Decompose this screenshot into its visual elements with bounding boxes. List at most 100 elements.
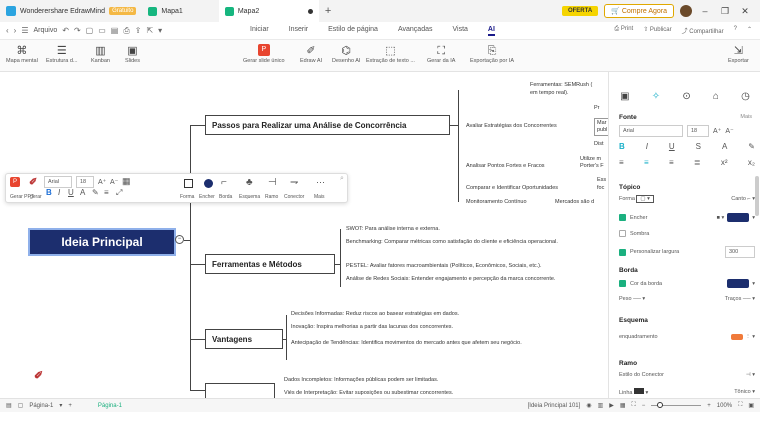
width-input[interactable]: 300 bbox=[725, 246, 755, 258]
promo-banner[interactable]: OFERTA bbox=[561, 6, 599, 16]
subtopic[interactable]: Dados Incompletos: Informações públicas … bbox=[284, 377, 524, 384]
undo-icon[interactable]: ↶ bbox=[62, 26, 69, 35]
topic-desafios[interactable] bbox=[205, 383, 275, 398]
framing-dropdown-icon[interactable]: ⋮ ▾ bbox=[745, 334, 755, 340]
mindmap-view-button[interactable]: ⌘ Mapa mental bbox=[6, 44, 38, 64]
fill-color-swatch[interactable] bbox=[727, 213, 750, 222]
border-color-dropdown-icon[interactable]: ▾ bbox=[752, 281, 755, 287]
subtopic[interactable]: SWOT: Para análise interna e externa. bbox=[346, 226, 586, 233]
subtopic[interactable]: Inovação: Inspira melhorias a partir das… bbox=[291, 324, 551, 331]
underline-icon[interactable]: U bbox=[669, 142, 675, 151]
font-color-icon[interactable]: A bbox=[80, 188, 85, 197]
focus-icon[interactable]: ◉ bbox=[586, 402, 591, 409]
subtopic[interactable]: Antecipação de Tendências: Identifica mo… bbox=[291, 340, 551, 347]
subtopic[interactable]: Viés de Interpretação: Evitar suposições… bbox=[284, 390, 524, 397]
subtopic[interactable]: PESTEL: Avaliar fatores macroambientais … bbox=[346, 263, 596, 270]
maximize-icon[interactable]: ❐ bbox=[718, 6, 732, 17]
print-icon[interactable]: ⎙ bbox=[123, 26, 129, 36]
shape-icon[interactable] bbox=[184, 179, 193, 188]
align-left-icon[interactable]: ≡ bbox=[619, 158, 624, 167]
size-select[interactable]: 18 bbox=[76, 176, 94, 188]
edraw-ai-button[interactable]: ✐ Edraw AI bbox=[300, 44, 322, 64]
format-icon[interactable]: ▦ bbox=[122, 176, 131, 187]
forward-icon[interactable]: › bbox=[14, 26, 17, 35]
pin-icon[interactable]: ⌕ bbox=[340, 175, 344, 183]
share-menu[interactable]: ⤴ Compartilhar bbox=[682, 26, 724, 35]
topic-vantagens[interactable]: Vantagens bbox=[205, 329, 283, 349]
subtopic[interactable]: Benchmarking: Comparar métricas como sat… bbox=[346, 239, 586, 246]
align-center-icon[interactable]: ≡ bbox=[644, 158, 649, 167]
file-menu[interactable]: Arquivo bbox=[34, 27, 58, 34]
page-select[interactable]: Página-1 bbox=[29, 403, 53, 409]
mais-link[interactable]: Mais bbox=[740, 114, 752, 120]
subtopic[interactable]: Avaliar Estratégias dos Concorrentes bbox=[466, 123, 557, 130]
panel-tab-page-icon[interactable]: ▣ bbox=[620, 91, 629, 102]
add-page-icon[interactable]: + bbox=[68, 403, 72, 409]
align-right-icon[interactable]: ≡ bbox=[669, 158, 674, 167]
ai-drawing-button[interactable]: ⌬ Desenho AI bbox=[332, 44, 360, 64]
subtopic[interactable]: Decisões Informadas: Reduz riscos ao bas… bbox=[291, 311, 551, 318]
corner-select[interactable]: ⌐ ▾ bbox=[747, 196, 755, 202]
grid-icon[interactable]: ▦ bbox=[620, 402, 626, 409]
menu-ai[interactable]: AI bbox=[487, 26, 495, 36]
menu-icon[interactable]: ☰ bbox=[21, 26, 28, 35]
highlight-icon[interactable]: ✎ bbox=[92, 188, 99, 197]
outline-view-button[interactable]: ☰ Estrutura d... bbox=[46, 44, 78, 64]
fill-checkbox[interactable] bbox=[619, 214, 626, 221]
pages-panel-icon[interactable]: ▤ bbox=[6, 402, 12, 409]
font-family-select[interactable]: Arial bbox=[619, 125, 683, 137]
underline-icon[interactable]: U bbox=[68, 188, 74, 197]
back-icon[interactable]: ‹ bbox=[6, 26, 9, 35]
subtopic[interactable]: Monitoramento Contínuo bbox=[466, 199, 527, 206]
gerar-ppt-icon[interactable]: P bbox=[10, 177, 20, 187]
present-icon[interactable]: ▣ bbox=[748, 402, 754, 409]
zoom-level[interactable]: 100% bbox=[717, 403, 732, 409]
highlight-icon[interactable]: ✎ bbox=[748, 142, 755, 151]
topic-ferramentas[interactable]: Ferramentas e Métodos bbox=[205, 254, 335, 274]
italic-icon[interactable]: I bbox=[58, 188, 60, 197]
doc-tab-mapa2[interactable]: Mapa2 bbox=[218, 0, 319, 22]
more-icon[interactable]: ▾ bbox=[158, 26, 162, 35]
shadow-checkbox[interactable] bbox=[619, 230, 626, 237]
panel-scrollbar[interactable] bbox=[755, 176, 759, 216]
panel-tab-location-icon[interactable]: ⊙ bbox=[682, 91, 690, 102]
help-icon[interactable]: ? bbox=[734, 26, 737, 35]
play-icon[interactable]: ▶ bbox=[609, 402, 614, 409]
fill-dropdown-icon[interactable]: ■ ▾ bbox=[717, 215, 725, 221]
subtopic[interactable]: Análise de Redes Sociais: Entender engaj… bbox=[346, 276, 586, 283]
subscript-icon[interactable]: x₂ bbox=[748, 158, 755, 167]
page-tab[interactable]: Página-1 bbox=[98, 403, 122, 409]
italic-icon[interactable]: I bbox=[646, 142, 648, 151]
save-icon[interactable]: ▤ bbox=[111, 26, 119, 35]
font-shrink-icon[interactable]: A⁻ bbox=[110, 178, 118, 186]
zoom-slider-knob[interactable] bbox=[657, 402, 664, 408]
subtopic[interactable]: Comparar e Identificar Oportunidades bbox=[466, 185, 559, 192]
menu-vista[interactable]: Vista bbox=[452, 26, 467, 36]
shape-select[interactable]: ▢ ▾ bbox=[636, 195, 654, 203]
line-color-swatch[interactable] bbox=[634, 388, 644, 394]
menu-avancadas[interactable]: Avançadas bbox=[398, 26, 433, 36]
collapse-ribbon-icon[interactable]: ⌃ bbox=[747, 26, 752, 35]
width-checkbox[interactable] bbox=[619, 248, 626, 256]
font-grow-icon[interactable]: A⁺ bbox=[713, 127, 721, 135]
bold-icon[interactable]: B bbox=[46, 188, 52, 197]
subtopic[interactable]: Analisar Pontos Fortes e Fracos bbox=[466, 163, 545, 170]
topic-passos[interactable]: Passos para Realizar uma Análise de Conc… bbox=[205, 115, 450, 135]
gerar-ai-icon[interactable]: ✐ bbox=[29, 177, 37, 188]
fill-icon[interactable] bbox=[204, 179, 213, 188]
new-file-icon[interactable]: ▢ bbox=[86, 26, 94, 35]
dash-select[interactable]: ── ▾ bbox=[743, 296, 755, 302]
slides-view-button[interactable]: ▣ Slides bbox=[125, 44, 140, 64]
app-tab[interactable]: Wonderershare EdrawMind Gratuito bbox=[0, 0, 142, 22]
publish-menu[interactable]: ⇧ Publicar bbox=[643, 26, 671, 35]
font-grow-icon[interactable]: A⁺ bbox=[98, 178, 106, 186]
connector-style-select[interactable]: ⊣ ▾ bbox=[746, 372, 755, 378]
border-color-swatch[interactable] bbox=[727, 279, 750, 288]
zoom-in-icon[interactable]: + bbox=[707, 403, 711, 409]
branch-icon[interactable]: ⊣ bbox=[268, 177, 277, 188]
redo-icon[interactable]: ↷ bbox=[74, 26, 81, 35]
menu-estilo-pagina[interactable]: Estilo de página bbox=[328, 26, 378, 36]
font-color-icon[interactable]: A bbox=[722, 142, 727, 151]
kanban-view-button[interactable]: ▥ Kanban bbox=[91, 44, 110, 64]
panel-tab-theme-icon[interactable]: ⌂ bbox=[713, 91, 719, 102]
